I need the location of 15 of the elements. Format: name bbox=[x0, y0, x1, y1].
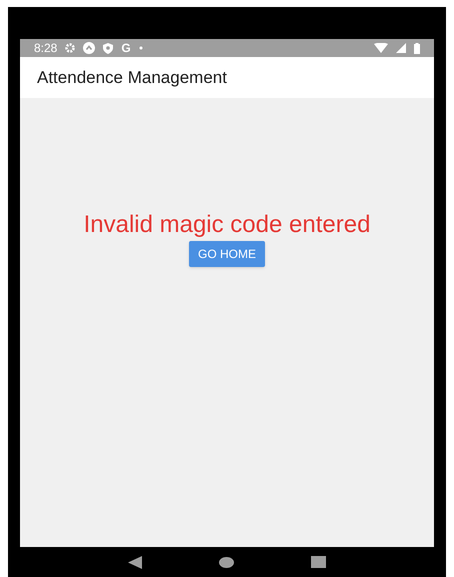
app-title: Attendence Management bbox=[37, 66, 227, 89]
signal-icon bbox=[396, 43, 406, 53]
recents-icon[interactable] bbox=[310, 556, 326, 568]
gear-icon bbox=[65, 43, 76, 53]
back-icon[interactable] bbox=[128, 556, 142, 568]
clock-time: 8:28 bbox=[34, 40, 58, 57]
dot-icon bbox=[138, 46, 143, 50]
circle-caret-icon bbox=[83, 42, 96, 54]
home-icon[interactable] bbox=[218, 556, 234, 568]
g-letter: G bbox=[121, 40, 131, 57]
go-home-button[interactable]: GO HOME bbox=[188, 241, 265, 267]
error-message: Invalid magic code entered bbox=[84, 211, 370, 239]
shield-icon bbox=[103, 42, 114, 54]
wifi-icon bbox=[374, 43, 388, 53]
battery-icon bbox=[414, 42, 420, 54]
